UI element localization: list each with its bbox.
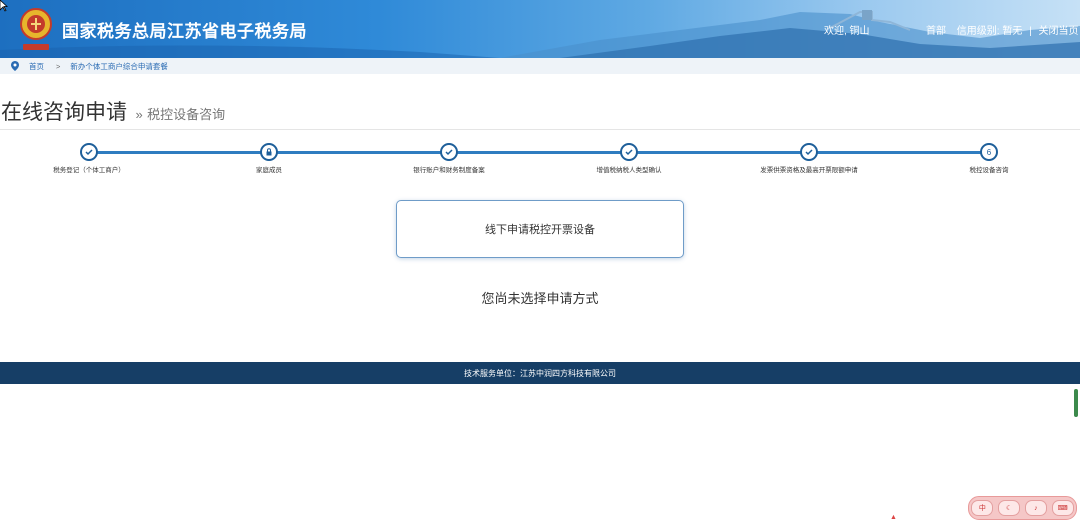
step-2[interactable]: 家庭成员 bbox=[194, 143, 344, 174]
toolbar-moon-icon[interactable]: ☾ bbox=[998, 500, 1021, 516]
close-page-link[interactable]: 关闭当页 bbox=[1039, 26, 1079, 37]
title-separator: » bbox=[135, 107, 143, 122]
step-5[interactable]: 发票供票资格及最高开票限额申请 bbox=[734, 143, 884, 174]
floating-toolbar: 中 ☾ ♪ ⌨ bbox=[968, 496, 1077, 520]
step-label: 家庭成员 bbox=[256, 167, 282, 174]
breadcrumb-home[interactable]: 首页 bbox=[29, 61, 44, 72]
welcome-label: 欢迎, 铜山 bbox=[824, 26, 870, 37]
page-title-main: 在线咨询申请 bbox=[1, 101, 127, 124]
step-1[interactable]: 税务登记（个体工商户） bbox=[14, 143, 164, 174]
toolbar-keyboard-icon[interactable]: ⌨ bbox=[1051, 500, 1074, 516]
toolbar-chinese-icon[interactable]: 中 bbox=[971, 500, 994, 516]
nav-separator: | bbox=[1029, 26, 1032, 37]
divider bbox=[0, 129, 1080, 130]
tax-emblem-icon bbox=[20, 8, 52, 50]
step-label: 发票供票资格及最高开票限额申请 bbox=[760, 167, 858, 174]
mouse-cursor-icon bbox=[0, 0, 8, 12]
site-title: 国家税务总局江苏省电子税务局 bbox=[62, 22, 307, 42]
breadcrumb-arrow: > bbox=[56, 61, 61, 71]
page-title: 在线咨询申请 » 税控设备咨询 bbox=[1, 96, 225, 126]
step-3[interactable]: 银行账户和财务制度备案 bbox=[374, 143, 524, 174]
location-pin-icon bbox=[11, 61, 19, 71]
check-icon bbox=[80, 143, 98, 161]
offline-apply-button[interactable]: 线下申请税控开票设备 bbox=[396, 200, 684, 258]
toolbar-music-icon[interactable]: ♪ bbox=[1024, 500, 1047, 516]
top-nav: 首部 信用级别: 暂无 | 关闭当页 bbox=[926, 22, 1079, 37]
nav-home[interactable]: 首部 bbox=[926, 26, 946, 37]
welcome-text: 欢迎, 铜山 bbox=[824, 22, 872, 37]
notification-icon[interactable]: ▲ bbox=[890, 514, 899, 522]
step-label: 税控设备咨询 bbox=[969, 167, 1009, 174]
step-number: 6 bbox=[980, 143, 998, 161]
page-subtitle: 税控设备咨询 bbox=[147, 107, 226, 122]
scrollbar-thumb[interactable] bbox=[1074, 389, 1078, 417]
step-label: 税务登记（个体工商户） bbox=[53, 167, 125, 174]
check-icon bbox=[620, 143, 638, 161]
status-message: 您尚未选择申请方式 bbox=[481, 291, 599, 306]
footer: 技术服务单位：江苏中润四方科技有限公司 bbox=[0, 362, 1080, 384]
step-label: 银行账户和财务制度备案 bbox=[413, 167, 485, 174]
step-6[interactable]: 6 税控设备咨询 bbox=[914, 143, 1064, 174]
breadcrumb-current[interactable]: 新办个体工商户综合申请套餐 bbox=[70, 61, 168, 72]
check-icon bbox=[440, 143, 458, 161]
credit-level: 信用级别: 暂无 bbox=[956, 26, 1023, 37]
lock-icon bbox=[260, 143, 278, 161]
header-banner: 国家税务总局江苏省电子税务局 欢迎, 铜山 首部 信用级别: 暂无 | 关闭当页 bbox=[0, 0, 1080, 58]
step-4[interactable]: 增值税纳税人类型确认 bbox=[554, 143, 704, 174]
breadcrumb: 首页 > 新办个体工商户综合申请套餐 bbox=[0, 58, 1080, 74]
step-label: 增值税纳税人类型确认 bbox=[596, 167, 662, 174]
footer-text: 技术服务单位：江苏中润四方科技有限公司 bbox=[464, 368, 616, 378]
check-icon bbox=[800, 143, 818, 161]
